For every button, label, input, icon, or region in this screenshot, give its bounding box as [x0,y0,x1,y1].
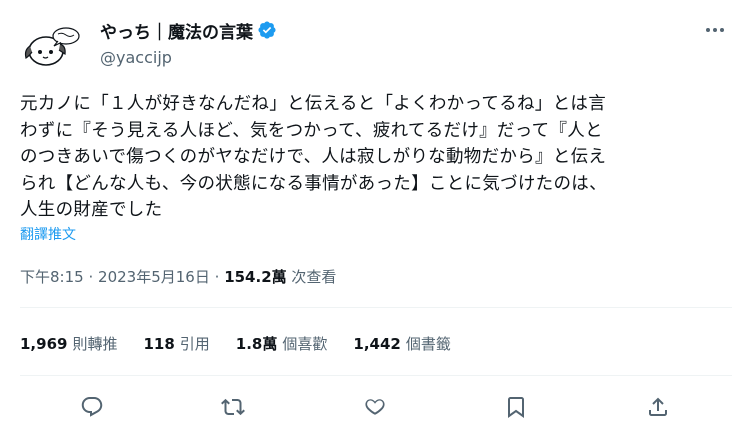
tweet-text-line: のつきあいで傷つくのがヤなだけで、人は寂しがりな動物だから』と伝え [20,147,607,167]
tweet-text: 元カノに「１人が好きなんだね」と伝えると「よくわかってるね」とは言 わずに『そう… [20,91,720,224]
tweet-text-line: 人生の財産でした [20,200,163,220]
retweets-stat[interactable]: 1,969 則轉推 [20,333,117,354]
tweet-card: やっち｜魔法の言葉 @yaccijp 元カノに「１人が好きなんだね」と伝えると「… [0,0,748,437]
views-label: 次查看 [291,268,337,286]
avatar-illustration-icon [20,16,84,80]
quotes-count: 118 [143,334,175,353]
bookmark-icon[interactable] [499,390,533,424]
tweet-text-line: わずに『そう見える人ほど、気をつかって、疲れてるだけ』だって『人と [20,120,603,141]
likes-stat[interactable]: 1.8萬 個喜歡 [236,333,328,354]
divider [20,375,732,376]
share-icon[interactable] [641,390,675,424]
bookmarks-count: 1,442 [353,334,401,353]
views-count: 154.2萬 [224,268,287,286]
tweet-header: やっち｜魔法の言葉 @yaccijp [20,12,732,80]
likes-count: 1.8萬 [235,335,278,353]
retweets-label: 則轉推 [72,335,118,353]
retweets-count: 1,969 [20,334,68,353]
author-display-name[interactable]: やっち｜魔法の言葉 [100,18,253,43]
author-block: やっち｜魔法の言葉 @yaccijp [100,18,277,67]
tweet-text-line: られ【どんな人も、今の状態になる事情があった】ことに気づけたのは、 [20,173,607,194]
divider [20,307,732,308]
tweet-date[interactable]: 2023年5月16日 [98,268,210,286]
author-name-row: やっち｜魔法の言葉 [100,18,277,43]
tweet-stats: 1,969 則轉推 118 引用 1.8萬 個喜歡 1,442 個書籤 [20,333,477,354]
translate-link[interactable]: 翻譯推文 [20,224,76,244]
bookmarks-stat[interactable]: 1,442 個書籤 [353,333,450,354]
tweet-meta: 下午8:15 · 2023年5月16日 · 154.2萬 次查看 [20,266,336,287]
meta-separator: · [88,268,94,286]
retweet-icon[interactable] [216,390,250,424]
more-dots-icon[interactable] [702,20,728,40]
bookmarks-label: 個書籤 [405,335,451,353]
likes-label: 個喜歡 [282,335,328,353]
tweet-time[interactable]: 下午8:15 [20,268,84,286]
meta-separator: · [214,268,220,286]
tweet-actions [0,390,748,424]
heart-icon[interactable] [358,390,392,424]
quotes-stat[interactable]: 118 引用 [143,333,209,354]
avatar[interactable] [20,16,84,80]
quotes-label: 引用 [179,335,210,353]
reply-icon[interactable] [75,390,109,424]
author-handle[interactable]: @yaccijp [100,48,277,67]
tweet-text-line: 元カノに「１人が好きなんだね」と伝えると「よくわかってるね」とは言 [20,94,606,114]
verified-badge-icon[interactable] [257,20,277,40]
